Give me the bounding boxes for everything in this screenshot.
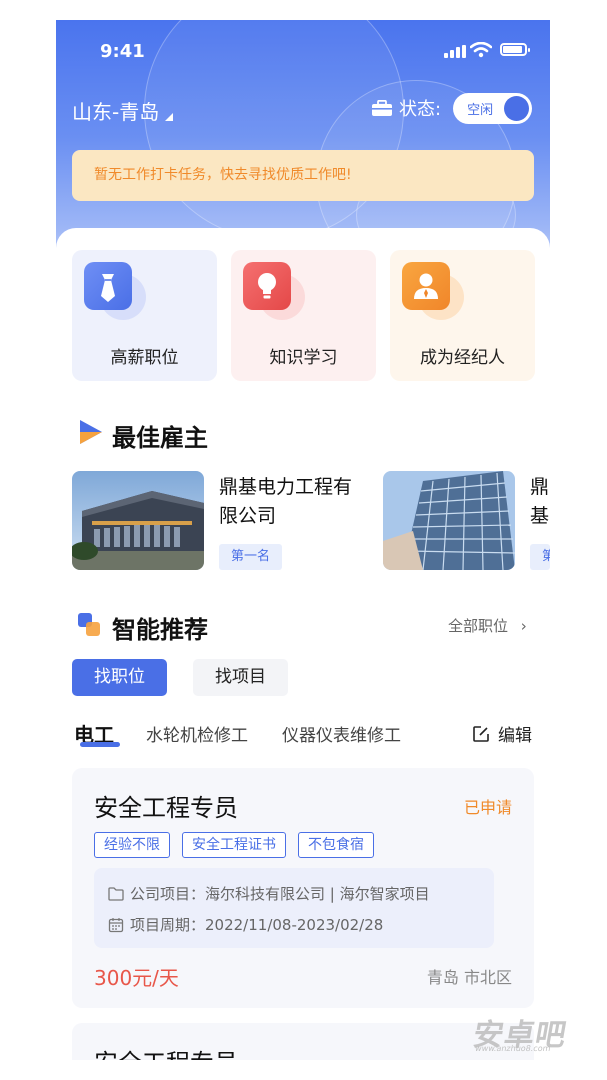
calendar-icon	[108, 917, 124, 932]
watermark-logo: 安卓吧 www.anzhuo8.com	[470, 1010, 571, 1054]
project-text: 公司项目：海尔科技有限公司 | 海尔智家项目	[130, 885, 430, 903]
category-tab-turbine[interactable]: 水轮机检修工	[146, 721, 248, 746]
dropdown-triangle-icon	[165, 113, 174, 121]
quick-entry-label: 知识学习	[269, 348, 338, 368]
toggle-knob	[504, 95, 530, 121]
chevron-right-icon: ›	[520, 617, 527, 635]
location-label: 山东-青岛	[72, 100, 160, 124]
wifi-icon	[470, 42, 492, 58]
job-tag: 安全工程证书	[182, 832, 286, 858]
job-title: 安全工程专员	[94, 1043, 238, 1060]
job-project-info: 公司项目：海尔科技有限公司 | 海尔智家项目 项目周期：2022/11/08-2…	[94, 868, 494, 948]
application-status: 已申请	[463, 798, 512, 817]
watermark-url: www.anzhuo8.com	[474, 1044, 552, 1053]
all-jobs-link[interactable]: 全部职位 ›	[448, 615, 527, 636]
tie-icon	[84, 262, 132, 310]
section-title-best-employers: 最佳雇主	[112, 424, 208, 452]
job-salary: 300元/天	[94, 966, 179, 990]
lightbulb-icon	[243, 262, 291, 310]
job-title: 安全工程专员	[94, 794, 238, 822]
period-text: 项目周期：2022/11/08-2023/02/28	[130, 916, 384, 934]
status-toggle[interactable]: 空闲	[453, 92, 533, 124]
employer-name[interactable]: 鼎基电力工程有限公司	[219, 473, 369, 531]
location-selector[interactable]: 山东-青岛	[72, 96, 174, 125]
status-time: 9:41	[100, 41, 145, 62]
employer-image[interactable]	[72, 471, 204, 570]
quick-entry-label: 高薪职位	[110, 348, 179, 368]
employer-rank-badge: 第	[530, 544, 550, 570]
agent-icon	[402, 262, 450, 310]
recommend-icon	[78, 613, 100, 636]
briefcase-icon	[372, 100, 392, 116]
quick-entry-agent[interactable]: 成为经纪人	[390, 250, 535, 381]
edit-icon	[473, 725, 489, 742]
folder-icon	[108, 886, 124, 901]
quick-entry-high-salary[interactable]: 高薪职位	[72, 250, 217, 381]
job-location: 青岛 市北区	[426, 968, 512, 987]
battery-icon	[500, 43, 530, 56]
employer-rank-badge: 第一名	[219, 544, 283, 570]
all-jobs-label: 全部职位	[448, 617, 509, 635]
job-tag: 不包食宿	[298, 832, 374, 858]
employer-image[interactable]	[383, 471, 515, 570]
edit-label: 编辑	[498, 726, 532, 746]
category-tab-instrument[interactable]: 仪器仪表维修工	[282, 721, 401, 746]
app-screen: 9:41 山东-青岛 状态: 空闲 暂无工作打卡任务，快去寻找优质工作吧! 高薪…	[56, 20, 550, 1060]
notice-banner[interactable]: 暂无工作打卡任务，快去寻找优质工作吧!	[72, 150, 534, 201]
play-triangle-icon	[80, 420, 102, 444]
quick-entry-label: 成为经纪人	[420, 348, 505, 368]
signal-icon	[444, 45, 466, 58]
work-status: 状态: 空闲	[372, 92, 533, 124]
page: 9:41 山东-青岛 状态: 空闲 暂无工作打卡任务，快去寻找优质工作吧! 高薪…	[0, 0, 607, 1080]
status-label: 状态:	[399, 99, 442, 120]
job-tag: 经验不限	[94, 832, 170, 858]
job-card[interactable]: 安全工程专员	[72, 1023, 534, 1060]
quick-entry-knowledge[interactable]: 知识学习	[231, 250, 376, 381]
employer-name[interactable]: 鼎基	[530, 473, 550, 531]
tab-find-jobs[interactable]: 找职位	[72, 659, 167, 696]
active-tab-indicator	[80, 742, 120, 747]
job-card[interactable]: 安全工程专员 已申请 经验不限 安全工程证书 不包食宿 公司项目：海尔科技有限公…	[72, 768, 534, 1008]
tab-find-projects[interactable]: 找项目	[193, 659, 288, 696]
edit-categories-button[interactable]: 编辑	[472, 721, 532, 746]
status-toggle-label: 空闲	[467, 102, 494, 118]
section-title-recommend: 智能推荐	[112, 616, 208, 644]
status-bar: 9:41	[56, 20, 550, 80]
